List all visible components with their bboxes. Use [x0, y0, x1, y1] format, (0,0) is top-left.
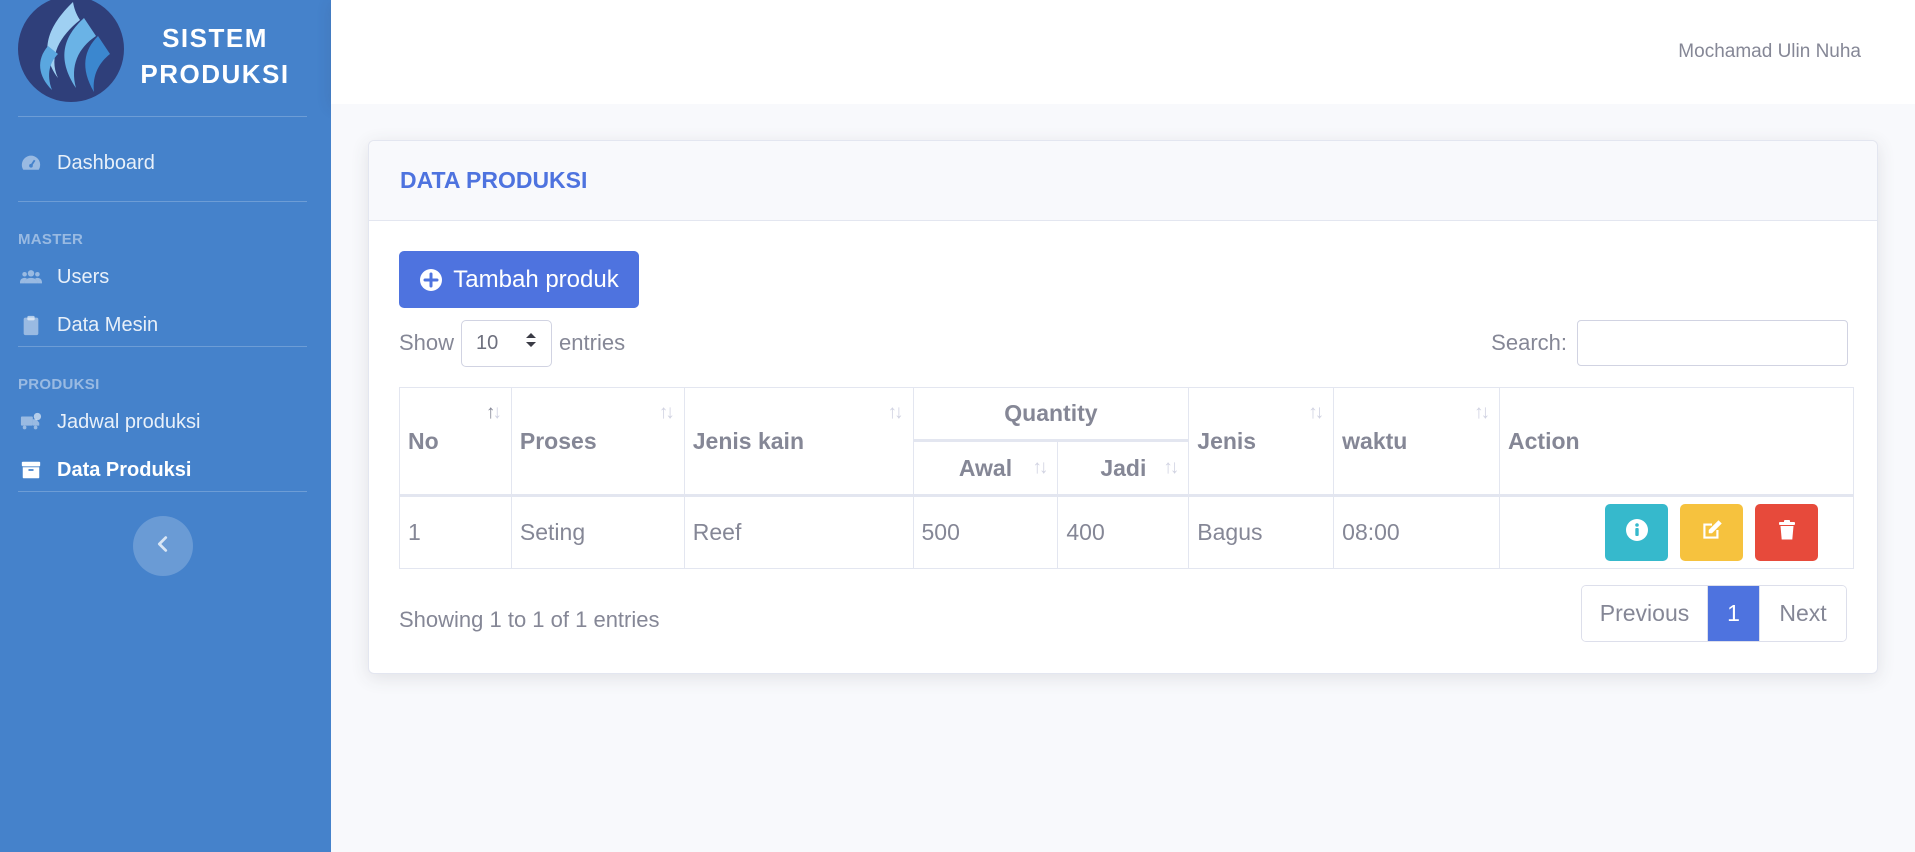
- page-length-value: 10: [476, 331, 499, 354]
- sidebar-item-data-produksi[interactable]: Data Produksi: [18, 451, 191, 489]
- water-drop-logo: [18, 0, 124, 102]
- sort-icon: ↑↓: [1032, 457, 1048, 478]
- column-header-no[interactable]: No ↑↓: [399, 387, 512, 497]
- data-produksi-card: DATA PRODUKSI Tambah produk Show 10 entr…: [368, 140, 1878, 674]
- page-1-button[interactable]: 1: [1708, 586, 1759, 641]
- page-length-select[interactable]: 10: [461, 319, 553, 367]
- column-header-action: Action: [1499, 387, 1854, 497]
- edit-button[interactable]: [1680, 504, 1744, 561]
- search-label: Search:: [1491, 330, 1567, 355]
- cell-proses: Seting: [510, 495, 685, 569]
- plus-circle-icon: [419, 268, 443, 292]
- column-header-jenis-kain[interactable]: Jenis kain ↑↓: [683, 387, 914, 497]
- archive-icon: [18, 459, 44, 481]
- sidebar-item-jadwal-produksi[interactable]: Jadwal produksi: [18, 403, 200, 441]
- sidebar-item-data-mesin[interactable]: Data Mesin: [18, 306, 158, 344]
- sort-icon: ↑↓: [1308, 402, 1324, 423]
- select-arrows-icon: [525, 331, 537, 355]
- header-label: Jenis kain: [692, 427, 804, 454]
- next-page-button[interactable]: Next: [1759, 586, 1846, 641]
- clipboard-icon: [18, 314, 44, 336]
- detail-button[interactable]: [1605, 504, 1669, 561]
- header-label: No: [408, 427, 439, 454]
- length-control: Show 10 entries: [399, 319, 625, 367]
- sort-icon: ↑↓: [658, 402, 675, 423]
- cell-jenis: Bagus: [1188, 495, 1335, 569]
- sort-asc-icon: ↑↓: [485, 402, 502, 423]
- brand-line-2: PRODUKSI: [140, 59, 290, 89]
- sidebar-item-dashboard[interactable]: Dashboard: [18, 144, 155, 182]
- users-icon: [18, 266, 44, 288]
- column-group-quantity: Quantity: [912, 387, 1190, 442]
- info-circle-icon: [1625, 518, 1649, 548]
- search-control: Search:: [1491, 319, 1848, 367]
- chevron-left-icon: [152, 533, 174, 560]
- truck-clock-icon: [18, 411, 44, 433]
- header-label: Action: [1508, 427, 1580, 454]
- column-header-proses[interactable]: Proses ↑↓: [510, 387, 685, 497]
- header-label: Awal: [958, 454, 1013, 481]
- user-menu[interactable]: Mochamad Ulin Nuha: [1678, 41, 1861, 63]
- topbar: Mochamad Ulin Nuha: [331, 0, 1915, 104]
- trash-icon: [1775, 518, 1799, 548]
- header-label: Jadi: [1100, 454, 1147, 481]
- sidebar-heading-master: MASTER: [18, 231, 84, 248]
- previous-page-button[interactable]: Previous: [1582, 586, 1708, 641]
- brand-line-1: SISTEM: [162, 23, 268, 53]
- sort-icon: ↑↓: [887, 402, 904, 423]
- sort-icon: ↑↓: [1163, 457, 1179, 478]
- sidebar-divider: [18, 201, 307, 202]
- column-header-jenis[interactable]: Jenis ↑↓: [1188, 387, 1335, 497]
- add-product-button[interactable]: Tambah produk: [399, 251, 639, 308]
- sidebar-item-label: Jadwal produksi: [57, 410, 201, 433]
- brand-title: SISTEM PRODUKSI: [140, 20, 290, 92]
- sidebar-heading-produksi: PRODUKSI: [18, 376, 100, 393]
- delete-button[interactable]: [1755, 504, 1819, 561]
- add-product-label: Tambah produk: [453, 265, 619, 293]
- sidebar-divider: [18, 116, 307, 117]
- column-header-jadi[interactable]: Jadi ↑↓: [1057, 440, 1190, 497]
- sort-icon: ↑↓: [1474, 402, 1490, 423]
- cell-awal: 500: [912, 495, 1059, 569]
- table-info: Showing 1 to 1 of 1 entries: [399, 607, 660, 632]
- sidebar-item-label: Data Produksi: [57, 458, 192, 481]
- header-label: Jenis: [1197, 427, 1257, 454]
- cell-waktu: 08:00: [1333, 495, 1501, 569]
- card-header: DATA PRODUKSI: [369, 141, 1877, 221]
- pagination: Previous 1 Next: [1581, 585, 1847, 642]
- sidebar-item-label: Users: [57, 265, 110, 288]
- sidebar-divider: [18, 491, 307, 492]
- show-label: Show: [399, 330, 455, 355]
- sidebar-item-label: Dashboard: [57, 151, 155, 174]
- sidebar-item-users[interactable]: Users: [18, 258, 109, 296]
- cell-actions: [1499, 495, 1854, 569]
- action-buttons: [1508, 504, 1845, 561]
- sidebar-item-label: Data Mesin: [57, 313, 159, 336]
- edit-icon: [1699, 517, 1725, 549]
- tachometer-icon: [18, 152, 44, 174]
- sidebar-toggle-button[interactable]: [133, 516, 193, 576]
- table-row: 1 Seting Reef 500 400 Bagus 08:00: [399, 495, 1854, 569]
- entries-label: entries: [559, 330, 626, 355]
- cell-no: 1: [399, 495, 512, 569]
- cell-jadi: 400: [1057, 495, 1190, 569]
- column-header-waktu[interactable]: waktu ↑↓: [1333, 387, 1501, 497]
- header-label: waktu: [1342, 427, 1408, 454]
- sidebar: SISTEM PRODUKSI Dashboard MASTER Users D…: [0, 0, 331, 852]
- card-title: DATA PRODUKSI: [400, 167, 588, 193]
- sidebar-divider: [18, 346, 307, 347]
- data-table: No ↑↓ Proses ↑↓ Jenis kain ↑↓ Quantity J…: [399, 387, 1854, 569]
- sidebar-brand[interactable]: SISTEM PRODUKSI: [0, 0, 331, 116]
- search-input[interactable]: [1577, 320, 1848, 366]
- header-label: Proses: [519, 427, 597, 454]
- column-header-awal[interactable]: Awal ↑↓: [912, 440, 1059, 497]
- cell-jenis-kain: Reef: [683, 495, 914, 569]
